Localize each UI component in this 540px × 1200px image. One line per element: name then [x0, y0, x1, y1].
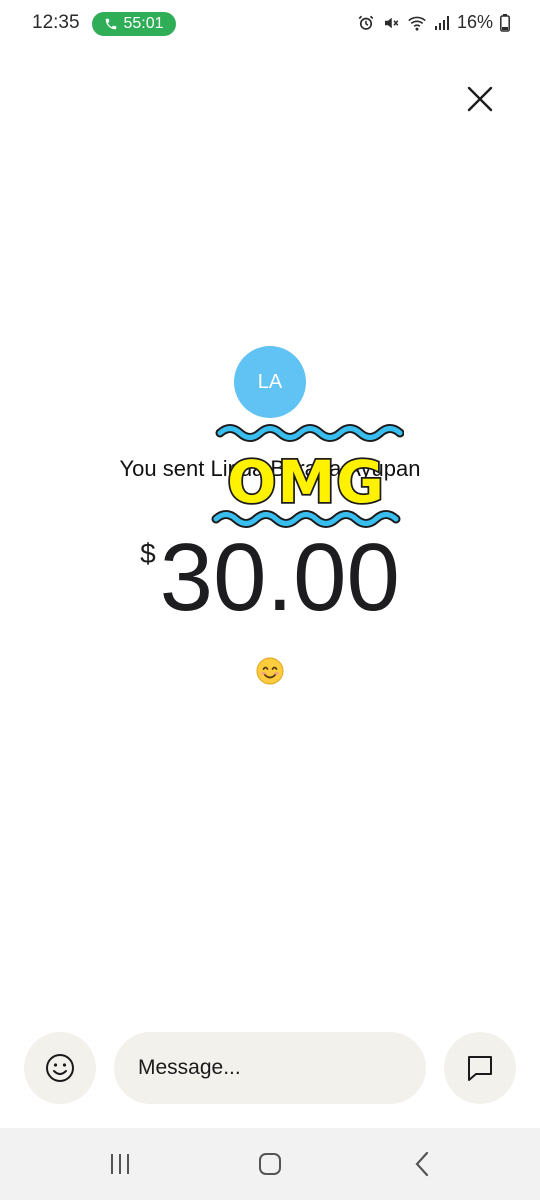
battery-icon: [500, 13, 510, 32]
battery-percent: 16%: [456, 12, 493, 32]
avatar-initials: LA: [257, 370, 283, 393]
mute-icon: [384, 17, 399, 28]
smiley-outline-icon: [46, 1054, 74, 1082]
chat-button[interactable]: [444, 1032, 516, 1104]
message-input[interactable]: [114, 1032, 426, 1104]
amount-value: 30.00: [159, 524, 400, 631]
status-bar: 12:35 55:01 16%: [0, 0, 540, 50]
close-button[interactable]: [462, 81, 498, 117]
back-button[interactable]: [402, 1146, 442, 1182]
status-icons: 16%: [357, 12, 510, 33]
ongoing-call-pill[interactable]: 55:01: [92, 12, 176, 36]
omg-sticker: OMG: [211, 424, 404, 528]
recipient-avatar: LA: [234, 346, 306, 418]
alarm-icon: [358, 15, 374, 30]
signal-icon: [434, 15, 449, 30]
home-icon: [259, 1153, 281, 1175]
omg-sticker-text: OMG: [227, 448, 385, 516]
back-icon: [415, 1151, 429, 1177]
payment-amount: $30.00: [0, 528, 540, 628]
phone-icon: [106, 18, 117, 30]
system-nav-bar: [0, 1128, 540, 1200]
recent-apps-icon: [111, 1154, 129, 1174]
wifi-icon: [408, 16, 426, 31]
call-duration: 55:01: [123, 15, 164, 32]
status-time: 12:35: [32, 12, 80, 33]
currency-symbol: $: [140, 538, 156, 569]
close-icon: [467, 86, 493, 112]
emoji-button[interactable]: [24, 1032, 96, 1104]
recent-apps-button[interactable]: [100, 1146, 140, 1182]
home-button[interactable]: [250, 1146, 290, 1182]
smiling-face-icon: [256, 657, 284, 685]
chat-bubble-icon: [468, 1056, 492, 1081]
